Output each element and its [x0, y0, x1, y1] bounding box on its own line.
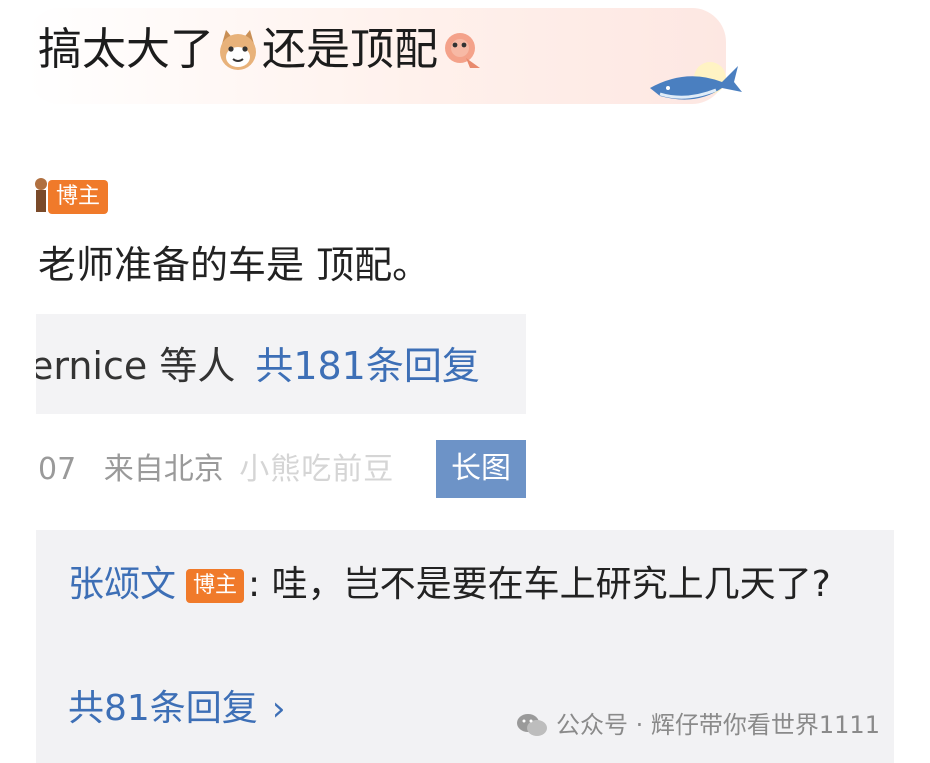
reply-location: 来自北京: [103, 452, 224, 487]
footer-watermark: 公众号 · 辉仔带你看世界1111: [516, 708, 880, 742]
blogger-badge: 博主: [48, 180, 108, 214]
bubble-text-part1: 搞太大了: [38, 24, 214, 75]
comment-line: 张颂文 博主: 哇，岂不是要在车上研究上几天了?: [68, 558, 848, 612]
bubble-text: 搞太大了 还是顶配: [38, 22, 486, 78]
bubble-text-part2: 还是顶配: [262, 24, 438, 75]
more-replies-link[interactable]: 共81条回复 ›: [68, 684, 285, 734]
reply-time: 07: [38, 452, 77, 487]
watermark-fragment: 小熊吃前豆: [239, 452, 395, 487]
reply-meta: 07 来自北京 小熊吃前豆: [38, 448, 394, 492]
shrimp-icon: [445, 33, 480, 68]
more-replies-label: 共81条回复: [68, 688, 258, 729]
comment-text: : 哇，岂不是要在车上研究上几天了?: [248, 564, 831, 605]
cat-face-icon: [220, 30, 256, 70]
comment-badge: 博主: [186, 569, 245, 603]
long-image-tag: 长图: [436, 440, 526, 498]
wechat-icon: [517, 714, 547, 736]
chevron-right-icon: ›: [271, 689, 286, 729]
footer-watermark-text: 公众号 · 辉仔带你看世界1111: [556, 711, 880, 739]
whale-icon: [650, 62, 742, 100]
sub-replies-box[interactable]: ernice 等人 共181条回复: [36, 314, 526, 414]
reply-text: 老师准备的车是 顶配。: [38, 243, 431, 287]
replies-count-link[interactable]: 共181条回复: [255, 344, 480, 388]
blogger-avatar-icon: [35, 178, 47, 212]
replies-names: ernice 等人: [36, 344, 236, 388]
comment-username[interactable]: 张颂文: [68, 564, 176, 605]
